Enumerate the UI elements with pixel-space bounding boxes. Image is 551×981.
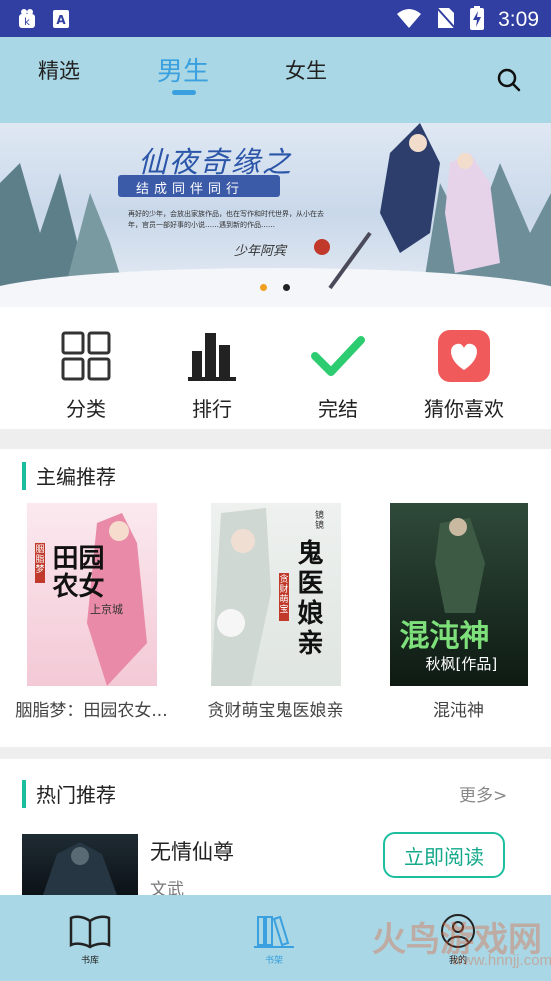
clock: 3:09 (498, 8, 539, 31)
cover-title: 田园农女 (52, 544, 105, 602)
section-title: 主编推荐 (36, 465, 116, 489)
bottom-tab-bookshelf[interactable]: 书架 (244, 913, 304, 966)
bottom-tab-label: 书库 (80, 956, 99, 966)
shortcut-row: 分类 排行 完结 猜你喜欢 (0, 307, 551, 429)
book-card[interactable]: 田园农女 上京城 胭脂梦 胭脂梦：田园农女... (4, 503, 179, 721)
banner-text: 再好的少年，会放出家族作品，也在写作和时代世界，从小在去年，官员一部好事的小说…… (128, 210, 324, 229)
cover-title: 鬼医娘亲 (297, 539, 324, 659)
tab-featured[interactable]: 精选 (38, 55, 80, 85)
section-accent-bar (22, 461, 26, 490)
app-notification-icon: k (16, 8, 38, 34)
book-card[interactable]: 混沌神 秋枫[作品] 混沌神 (371, 503, 546, 721)
more-link[interactable]: 更多> (459, 781, 507, 806)
book-title[interactable]: 贪财萌宝鬼医娘亲 (188, 696, 363, 721)
bottom-tab-label: 书架 (264, 956, 283, 966)
status-bar: k A 3:09 (0, 0, 551, 37)
book-title[interactable]: 胭脂梦：田园农女... (4, 696, 179, 721)
heart-icon (404, 329, 524, 383)
wifi-icon (396, 7, 422, 33)
book-card[interactable]: 鬼医娘亲 贪财萌宝 镜镜 贪财萌宝鬼医娘亲 (188, 503, 363, 721)
book-title[interactable]: 混沌神 (371, 696, 546, 721)
banner-author: 少年阿宾 (234, 244, 287, 259)
checkmark-icon (278, 329, 398, 383)
shortcut-label: 猜你喜欢 (424, 397, 504, 421)
bookshelf-icon (244, 913, 304, 953)
hot-picks-section: 热门推荐 更多> 无情仙尊 文武 立即阅读 (0, 759, 551, 895)
read-now-button[interactable]: 立即阅读 (383, 832, 505, 878)
shortcut-category[interactable]: 分类 (26, 329, 146, 422)
banner-page-indicator (260, 284, 290, 291)
active-tab-indicator (172, 90, 196, 95)
svg-text:A: A (56, 13, 66, 27)
open-book-icon (60, 913, 120, 953)
shortcut-label: 排行 (192, 397, 232, 421)
indicator-dot (283, 284, 290, 291)
cover-art (43, 842, 117, 895)
tab-male[interactable]: 男生 (157, 51, 209, 88)
grid-icon (26, 329, 146, 383)
indicator-dot-active (260, 284, 267, 291)
cover-side-text: 贪财萌宝 (279, 575, 289, 615)
cover-side-text: 上京城 (90, 603, 123, 616)
text-notification-icon: A (52, 9, 70, 33)
cover-author: 胭脂梦 (35, 545, 45, 575)
promo-banner[interactable]: 仙夜奇缘之 结成同伴同行 再好的少年，会放出家族作品，也在写作和时代世界，从小在… (0, 123, 551, 307)
tab-female[interactable]: 女生 (285, 55, 327, 85)
svg-text:k: k (24, 17, 30, 28)
shortcut-recommend[interactable]: 猜你喜欢 (404, 329, 524, 422)
book-cover[interactable]: 田园农女 上京城 胭脂梦 (26, 503, 157, 686)
shortcut-label: 完结 (318, 397, 358, 421)
book-cover[interactable]: 混沌神 秋枫[作品] (389, 503, 528, 686)
cover-title: 混沌神 (399, 619, 490, 654)
book-genre: 文武 (150, 880, 184, 895)
bottom-tab-library[interactable]: 书库 (60, 913, 120, 966)
shortcut-label: 分类 (66, 397, 106, 421)
section-title: 热门推荐 (36, 783, 116, 807)
section-accent-bar (22, 779, 26, 808)
search-icon[interactable] (496, 67, 522, 97)
book-title[interactable]: 无情仙尊 (150, 836, 234, 866)
banner-title: 仙夜奇缘之 (138, 145, 294, 179)
top-nav: 精选 男生 女生 (0, 37, 551, 123)
no-sim-icon (436, 6, 456, 34)
cover-author: 镜镜 (314, 511, 324, 531)
bar-chart-icon (152, 329, 272, 383)
banner-subtitle: 结成同伴同行 (136, 182, 245, 197)
editor-picks-section: 主编推荐 田园农女 上京城 胭脂梦 胭脂梦：田园农女... 鬼医娘亲 贪财萌宝 (0, 449, 551, 747)
shortcut-completed[interactable]: 完结 (278, 329, 398, 422)
section-header: 热门推荐 (22, 779, 116, 808)
book-cover[interactable]: 鬼医娘亲 贪财萌宝 镜镜 (210, 503, 341, 686)
battery-charging-icon (470, 6, 485, 34)
watermark-url: www.hnnjj.com (452, 952, 551, 969)
section-header: 主编推荐 (22, 461, 116, 490)
book-cover[interactable] (22, 834, 138, 895)
cover-author: 秋枫[作品] (425, 655, 498, 673)
shortcut-ranking[interactable]: 排行 (152, 329, 272, 422)
